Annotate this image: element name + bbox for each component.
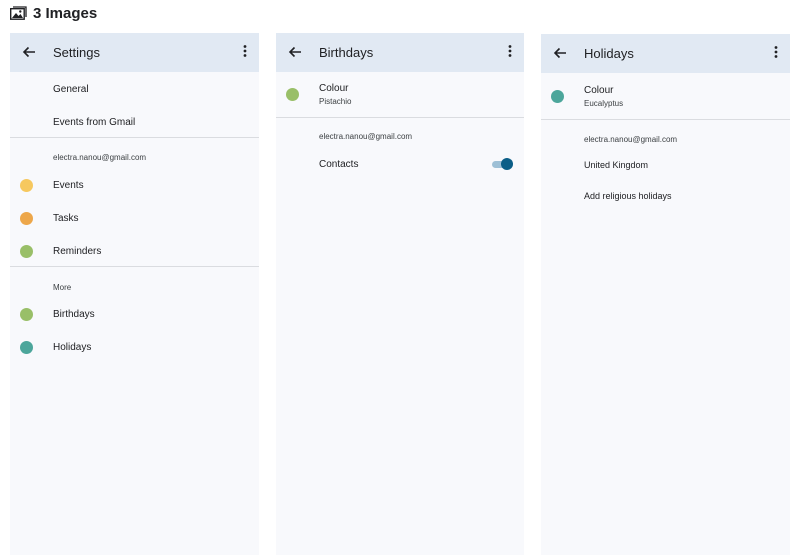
more-vert-icon[interactable] [239,44,251,60]
settings-item-label: Holidays [53,341,92,353]
account-email: electra.nanou@gmail.com [53,153,147,162]
colour-label: Colour [584,85,614,96]
colour-value: Eucalyptus [584,99,624,108]
settings-item-events[interactable]: Events [10,176,259,194]
colour-label: Colour [319,83,349,94]
settings-app-bar: Settings [10,33,259,72]
divider [10,266,259,267]
back-arrow-icon[interactable] [552,45,568,61]
account-email: electra.nanou@gmail.com [584,135,678,144]
settings-item-holidays[interactable]: Holidays [10,338,259,356]
color-dot-icon [20,244,33,258]
settings-item-events-from-gmail[interactable]: Events from Gmail [10,113,259,131]
page-header: 3 Images [10,3,97,23]
colour-value: Pistachio [319,97,352,106]
holidays-app-bar: Holidays [541,34,790,73]
divider [541,119,790,120]
settings-item-label: Events from Gmail [53,116,136,128]
add-religious-holidays[interactable]: Add religious holidays [541,188,790,204]
back-arrow-icon[interactable] [287,44,303,60]
contacts-toggle[interactable] [492,158,513,170]
toggle-thumb [501,158,513,170]
back-arrow-icon[interactable] [21,44,37,60]
color-dot-icon [20,340,33,354]
more-heading: More [53,283,72,292]
color-dot-icon [20,307,33,321]
account-email: electra.nanou@gmail.com [319,132,413,141]
settings-item-label: Birthdays [53,308,95,320]
birthdays-screen: Birthdays Colour Pistachio electra.nanou… [276,33,524,555]
divider [276,117,524,118]
country-label: United Kingdom [584,160,649,170]
colour-setting[interactable]: Colour Pistachio [276,81,524,109]
contacts-setting[interactable]: Contacts [276,155,524,173]
country-setting[interactable]: United Kingdom [541,157,790,173]
settings-item-label: General [53,83,89,95]
more-vert-icon[interactable] [504,44,516,60]
settings-item-birthdays[interactable]: Birthdays [10,305,259,323]
color-dot-icon [551,90,564,103]
holidays-screen: Holidays Colour Eucalyptus electra.nanou… [541,34,790,555]
settings-item-tasks[interactable]: Tasks [10,209,259,227]
settings-title: Settings [53,45,100,60]
settings-item-label: Tasks [53,212,79,224]
page-title: 3 Images [33,4,98,22]
more-vert-icon[interactable] [770,45,782,61]
settings-screen: Settings General Events from Gmail elect… [10,33,259,555]
settings-item-label: Events [53,179,84,191]
color-dot-icon [20,178,33,192]
colour-setting[interactable]: Colour Eucalyptus [541,83,790,111]
color-dot-icon [20,211,33,225]
holidays-title: Holidays [584,46,634,61]
color-dot-icon [286,88,299,101]
birthdays-title: Birthdays [319,45,374,60]
images-icon [10,6,27,20]
settings-item-reminders[interactable]: Reminders [10,242,259,260]
birthdays-app-bar: Birthdays [276,33,524,72]
contacts-label: Contacts [319,158,359,170]
add-religious-holidays-label: Add religious holidays [584,191,672,201]
settings-item-general[interactable]: General [10,80,259,98]
settings-item-label: Reminders [53,245,102,257]
divider [10,137,259,138]
